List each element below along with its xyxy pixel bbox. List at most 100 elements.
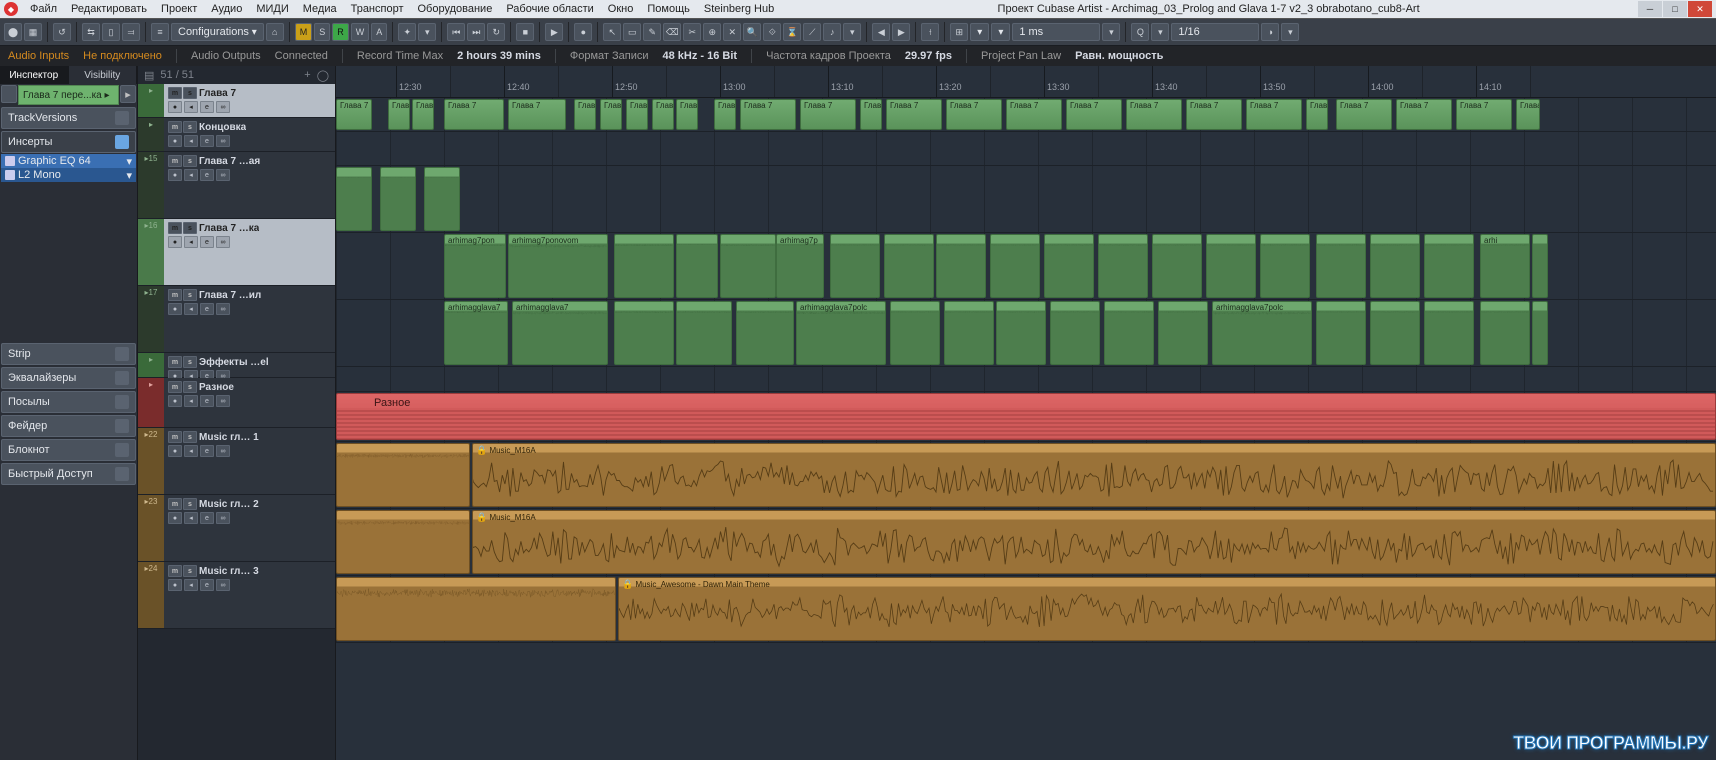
edit-button[interactable]: e: [200, 303, 214, 315]
audio-event[interactable]: arhimag7pon: [444, 234, 506, 298]
record-enable[interactable]: ●: [168, 303, 182, 315]
folder-event[interactable]: Разное: [336, 393, 1716, 440]
audio-event[interactable]: [1424, 301, 1474, 365]
quick-section[interactable]: Быстрый Доступ: [1, 463, 136, 485]
track-name[interactable]: Music гл… 3: [199, 566, 259, 577]
audio-event[interactable]: arhimag7p: [776, 234, 824, 298]
audio-event[interactable]: 🔒 Music_Awesome - Dawn Main Theme: [618, 577, 1716, 641]
track-gutter[interactable]: ▸: [138, 353, 164, 377]
nudge-right[interactable]: ▶: [892, 23, 910, 41]
event-lane[interactable]: 🔒 Music_M16A: [336, 442, 1716, 509]
audio-event[interactable]: arhimagglava7: [444, 301, 508, 365]
audio-event[interactable]: [676, 301, 732, 365]
track-name[interactable]: Разное: [199, 382, 234, 393]
audio-event[interactable]: Глава 7: [714, 99, 736, 130]
track-name[interactable]: Глава 7: [199, 88, 236, 99]
stop-button[interactable]: ■: [516, 23, 534, 41]
track-gutter[interactable]: ▸15: [138, 152, 164, 218]
audio-event[interactable]: Глава 7: [574, 99, 596, 130]
event-lane[interactable]: [336, 166, 1716, 233]
menu-help[interactable]: Помощь: [641, 1, 696, 17]
power-icon[interactable]: [5, 170, 15, 180]
window-max-button[interactable]: □: [1663, 1, 1687, 17]
track-gutter[interactable]: ▸24: [138, 562, 164, 628]
record-enable[interactable]: ●: [168, 101, 182, 113]
solo-button[interactable]: s: [183, 289, 197, 301]
audio-event[interactable]: 🔒 Music_M16A: [472, 443, 1716, 507]
event-lane[interactable]: [336, 367, 1716, 392]
solo-button[interactable]: s: [183, 431, 197, 443]
audio-event[interactable]: [720, 234, 776, 298]
audio-event[interactable]: Глава 7: [1186, 99, 1242, 130]
track-header[interactable]: ▸ ms Глава 7 ● ◂ e ∞: [138, 84, 335, 118]
power-icon[interactable]: [5, 156, 15, 166]
track-gutter[interactable]: ▸: [138, 84, 164, 117]
solo-button[interactable]: s: [183, 87, 197, 99]
monitor-button[interactable]: ◂: [184, 395, 198, 407]
edit-button[interactable]: e: [200, 579, 214, 591]
autoscroll-button[interactable]: ✦: [398, 23, 416, 41]
freeze-button[interactable]: ∞: [216, 579, 230, 591]
line-tool[interactable]: ⟋: [803, 23, 821, 41]
edit-button[interactable]: e: [200, 135, 214, 147]
framerate-value[interactable]: 29.97 fps: [905, 50, 952, 62]
audio-event[interactable]: arhimagglava7polc: [1212, 301, 1312, 365]
snap-combo[interactable]: ▾: [970, 23, 989, 41]
menu-midi[interactable]: МИДИ: [250, 1, 294, 17]
insert-slot-1[interactable]: Graphic EQ 64▾: [1, 154, 136, 168]
audio-event[interactable]: Глава 7: [1396, 99, 1452, 130]
quantize-button[interactable]: Q: [1131, 23, 1149, 41]
nudge-left[interactable]: ◀: [872, 23, 890, 41]
audio-event[interactable]: 🔒 Music_M16A: [472, 510, 1716, 574]
audio-event[interactable]: Глава 7: [444, 99, 504, 130]
mute-button[interactable]: m: [168, 431, 182, 443]
record-enable[interactable]: ●: [168, 579, 182, 591]
track-name[interactable]: Глава 7 …ка: [199, 223, 259, 234]
record-enable[interactable]: ●: [168, 512, 182, 524]
solo-button[interactable]: S: [314, 23, 330, 41]
track-gutter[interactable]: ▸22: [138, 428, 164, 494]
freeze-button[interactable]: ∞: [216, 135, 230, 147]
audio-event[interactable]: Глава 7: [626, 99, 648, 130]
audio-event[interactable]: [614, 234, 674, 298]
draw-tool[interactable]: ✎: [643, 23, 661, 41]
monitor-button[interactable]: ◂: [184, 303, 198, 315]
audio-event[interactable]: [936, 234, 986, 298]
play-button[interactable]: ▶: [545, 23, 563, 41]
cycle-button[interactable]: ↻: [487, 23, 505, 41]
audio-event[interactable]: Глава 7: [336, 99, 372, 130]
range-tool[interactable]: ▭: [623, 23, 641, 41]
audio-event[interactable]: Глава 7: [1126, 99, 1182, 130]
audio-event[interactable]: [884, 234, 934, 298]
edit-button[interactable]: e: [200, 445, 214, 457]
glue-tool[interactable]: ⊕: [703, 23, 721, 41]
audio-event[interactable]: Глава 7: [1456, 99, 1512, 130]
audio-event[interactable]: Глава 7: [946, 99, 1002, 130]
add-track-button[interactable]: +: [304, 69, 310, 81]
home-button[interactable]: ⌂: [266, 23, 284, 41]
track-gutter[interactable]: ▸23: [138, 495, 164, 561]
track-header[interactable]: ▸17 ms Глава 7 …ил ● ◂ e ∞: [138, 286, 335, 353]
track-gutter[interactable]: ▸: [138, 378, 164, 427]
menu-audio[interactable]: Аудио: [205, 1, 248, 17]
menu-media[interactable]: Медиа: [297, 1, 343, 17]
track-name[interactable]: Глава 7 …ая: [199, 156, 260, 167]
chevron-right-icon[interactable]: ▸: [120, 85, 136, 103]
solo-button[interactable]: s: [183, 155, 197, 167]
mute-button[interactable]: m: [168, 289, 182, 301]
edit-button[interactable]: e: [200, 101, 214, 113]
audio-event[interactable]: [336, 443, 470, 507]
solo-button[interactable]: s: [183, 498, 197, 510]
menu-file[interactable]: Файл: [24, 1, 63, 17]
solo-button[interactable]: s: [183, 222, 197, 234]
mute-button[interactable]: m: [168, 381, 182, 393]
color-tool[interactable]: ▾: [843, 23, 861, 41]
mute-button[interactable]: m: [168, 121, 182, 133]
grid-value-combo[interactable]: 1 ms: [1012, 23, 1100, 41]
track-header[interactable]: ▸23 ms Music гл… 2 ● ◂ e ∞: [138, 495, 335, 562]
erase-tool[interactable]: ⌫: [663, 23, 681, 41]
event-lane[interactable]: 🔒 Music_M16A: [336, 509, 1716, 576]
audio-event[interactable]: [1158, 301, 1208, 365]
track-name-field[interactable]: Глава 7 пере...ка ▸: [18, 85, 119, 105]
audio-event[interactable]: [996, 301, 1046, 365]
